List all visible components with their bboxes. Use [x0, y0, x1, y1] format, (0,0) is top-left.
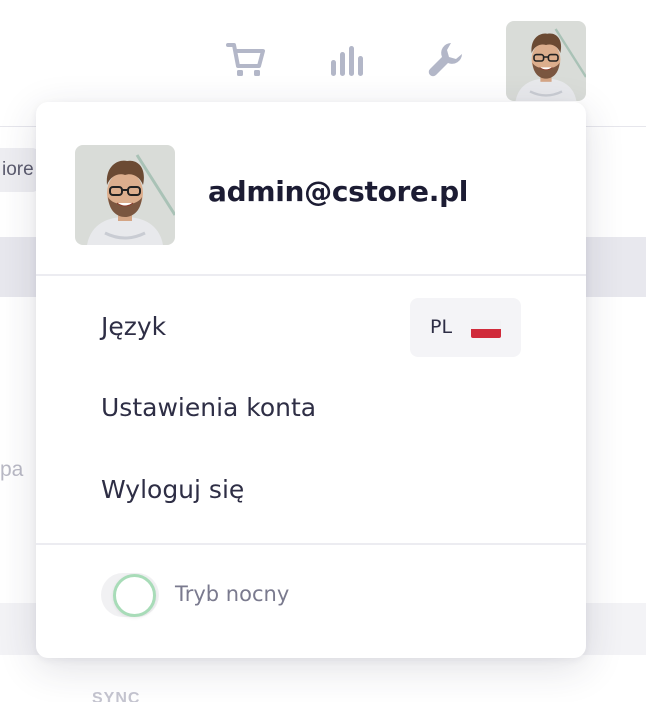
night-mode-toggle[interactable]	[101, 573, 159, 617]
cart-icon[interactable]	[224, 38, 268, 82]
menu-item-logout[interactable]: Wyloguj się	[101, 475, 244, 504]
poland-flag-icon	[471, 320, 501, 338]
menu-divider	[36, 543, 586, 545]
background-filter-chip: iore	[0, 148, 40, 192]
chart-icon[interactable]	[325, 38, 369, 82]
avatar[interactable]	[506, 21, 586, 101]
user-email: admin@cstore.pl	[208, 175, 469, 208]
language-code: PL	[430, 316, 453, 338]
user-dropdown-menu: admin@cstore.pl Język PL Ustawienia kont…	[36, 102, 586, 658]
background-sync-label: SYNC	[92, 690, 141, 702]
menu-item-language[interactable]: Język	[101, 312, 166, 341]
background-text-fragment: pa	[0, 458, 24, 481]
wrench-icon[interactable]	[424, 38, 468, 82]
menu-item-account-settings[interactable]: Ustawienia konta	[101, 393, 316, 422]
user-avatar	[75, 145, 175, 245]
night-mode-label: Tryb nocny	[175, 582, 290, 606]
toggle-knob	[113, 574, 156, 617]
language-selector-button[interactable]: PL	[410, 298, 521, 357]
user-dropdown-header: admin@cstore.pl	[36, 102, 586, 276]
